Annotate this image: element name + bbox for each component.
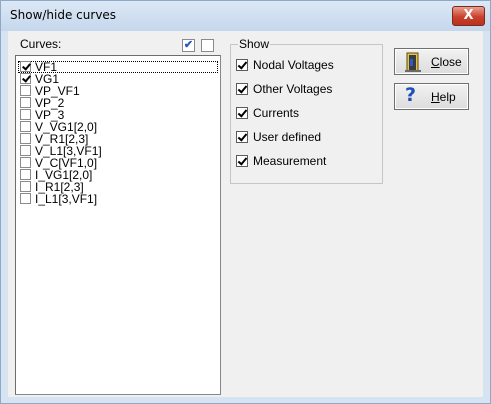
close-icon: X [463,8,474,23]
curve-checkbox[interactable] [20,193,31,204]
curve-checkbox[interactable] [20,181,31,192]
show-option[interactable]: User defined [236,130,376,144]
question-mark-icon: ? [405,84,417,106]
help-button-label: elp [439,90,456,104]
show-option-label: Other Voltages [253,82,333,96]
curves-list[interactable]: VF1 VG1 VP_VF1 VP_2 VP_3 V_VG1[2,0] V_R1[2,3] V… [15,55,221,395]
title-bar: Show/hide curves X [1,1,490,31]
curves-label: Curves: [20,37,62,51]
show-option[interactable]: Nodal Voltages [236,58,376,72]
curve-checkbox[interactable] [20,157,31,168]
show-group-label: Show [238,37,271,51]
show-hide-curves-dialog: Show/hide curves X Curves: ✔ VF1 VG1 VP_VF… [0,0,491,404]
show-option-label: Nodal Voltages [253,58,334,72]
curve-checkbox[interactable] [20,85,31,96]
curve-checkbox[interactable] [20,121,31,132]
show-option-label: Measurement [253,154,327,168]
curve-checkbox[interactable] [20,133,31,144]
checkmark-icon: ✔ [183,39,194,51]
dialog-client-area: Curves: ✔ VF1 VG1 VP_VF1 VP_2 VP_3 V_VG1[2,0]… [8,31,483,397]
curve-label: I_L1[3,VF1] [35,192,98,206]
door-exit-icon [405,52,421,72]
show-option-checkbox[interactable] [236,131,248,143]
curve-checkbox[interactable] [20,61,31,72]
show-option[interactable]: Currents [236,106,376,120]
curve-checkbox[interactable] [20,97,31,108]
help-button-mnemonic: H [431,90,440,104]
show-option-checkbox[interactable] [236,83,248,95]
close-button[interactable]: Close [394,48,469,75]
window-close-button[interactable]: X [452,6,485,26]
close-button-mnemonic: C [431,55,440,69]
show-option-checkbox[interactable] [236,59,248,71]
show-option[interactable]: Measurement [236,154,376,168]
show-option-checkbox[interactable] [236,107,248,119]
curve-checkbox[interactable] [20,145,31,156]
show-option-label: Currents [253,106,300,120]
curve-checkbox[interactable] [20,169,31,180]
show-option-checkbox[interactable] [236,155,248,167]
window-title: Show/hide curves [10,8,117,22]
curve-checkbox[interactable] [20,109,31,120]
curve-checkbox[interactable] [20,73,31,84]
close-button-label: lose [439,55,462,69]
help-button[interactable]: ? Help [394,83,469,110]
check-all-checkbox[interactable]: ✔ [182,39,195,52]
show-option[interactable]: Other Voltages [236,82,376,96]
list-item[interactable]: I_L1[3,VF1] [18,193,218,205]
uncheck-all-checkbox[interactable] [201,39,214,52]
show-option-label: User defined [253,130,322,144]
